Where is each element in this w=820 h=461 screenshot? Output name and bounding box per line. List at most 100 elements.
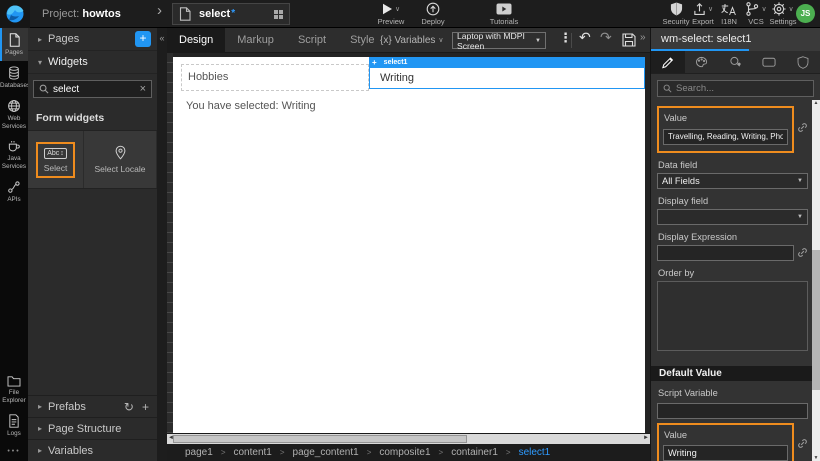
sidebar-item-web-services[interactable]: Web Services [0, 94, 28, 135]
tab-events[interactable] [719, 51, 753, 73]
section-pages[interactable]: ▸ Pages + [28, 28, 157, 51]
wavemaker-logo[interactable] [0, 0, 30, 28]
value-field-input[interactable] [663, 129, 788, 145]
tab-markup[interactable]: Markup [225, 28, 286, 53]
order-by-input[interactable] [657, 281, 808, 351]
widget-selection-header[interactable]: + select1 [369, 57, 645, 68]
open-page-tab[interactable]: select* [172, 3, 290, 25]
sidebar-item-java-services[interactable]: Java Services [0, 134, 28, 175]
section-page-structure[interactable]: ▸ Page Structure [28, 417, 157, 439]
add-prefab-icon[interactable]: + [142, 400, 149, 414]
widget-search-input[interactable] [53, 84, 140, 95]
shield-outline-icon [797, 56, 809, 69]
properties-search[interactable] [657, 80, 814, 97]
tab-script[interactable]: Script [286, 28, 338, 53]
widget-group-label: Form widgets [28, 104, 157, 130]
search-star-icon [729, 56, 742, 69]
display-expression-input[interactable] [657, 245, 794, 261]
sidebar-item-logs[interactable]: Logs [0, 409, 28, 442]
log-file-icon [8, 414, 20, 428]
panel-gutter: « [157, 28, 167, 461]
redo-button[interactable]: ↷ [600, 29, 612, 46]
vertical-scroll-thumb[interactable] [812, 250, 820, 390]
bind-link-icon[interactable] [797, 122, 808, 133]
design-surface-frame: Hobbies + select1 Writing You have selec… [167, 53, 650, 433]
tab-devices[interactable] [752, 51, 786, 73]
artboard[interactable]: Hobbies + select1 Writing You have selec… [173, 57, 645, 433]
dashboard-grid-icon[interactable] [274, 10, 283, 19]
device-selector[interactable]: Laptop with MDPI Screen ▼ [452, 32, 546, 49]
tab-properties[interactable] [651, 51, 685, 73]
sidebar-item-file-explorer[interactable]: File Explorer [0, 370, 28, 409]
widget-search[interactable]: × [33, 80, 152, 98]
more-options-icon[interactable]: ••• [0, 442, 28, 461]
undo-button[interactable]: ↶ [579, 29, 591, 46]
breadcrumb-sep: > [280, 448, 285, 457]
refresh-prefabs-icon[interactable]: ↻ [124, 400, 134, 414]
bind-link-icon[interactable] [797, 438, 808, 449]
dropdown-arrow-icon: ▼ [535, 38, 541, 44]
breadcrumb-page-content1[interactable]: page_content1 [293, 447, 359, 458]
sidebar-item-databases[interactable]: Databases [0, 61, 28, 94]
default-value-input[interactable] [663, 445, 788, 461]
breadcrumb-select1[interactable]: select1 [519, 447, 551, 458]
tab-security[interactable] [786, 51, 820, 73]
dropdown-arrow-icon: ▼ [797, 214, 803, 220]
display-field-select[interactable]: ▼ [657, 209, 808, 225]
save-button[interactable] [622, 33, 636, 47]
tab-design[interactable]: Design [167, 28, 225, 53]
canvas-overflow-menu[interactable]: ⋮ [559, 30, 571, 46]
triangle-right-icon: ▸ [38, 424, 48, 433]
script-variable-input[interactable] [657, 403, 808, 419]
variables-dropdown[interactable]: {x} Variables ∨ [380, 35, 444, 46]
widget-breadcrumb: page1 > content1 > page_content1 > compo… [167, 444, 650, 461]
breadcrumb-sep: > [506, 448, 511, 457]
triangle-right-icon: ▸ [38, 402, 48, 411]
move-handle-icon[interactable]: + [372, 58, 377, 67]
vertical-scrollbar[interactable]: ▲ ▼ [812, 100, 820, 461]
deploy-button[interactable]: Deploy [410, 2, 456, 26]
breadcrumb-composite1[interactable]: composite1 [379, 447, 430, 458]
breadcrumb-sep: > [439, 448, 444, 457]
gear-icon [772, 2, 786, 16]
breadcrumb-page1[interactable]: page1 [185, 447, 213, 458]
preview-button[interactable]: ∨ Preview [368, 2, 414, 26]
coffee-cup-icon [7, 139, 21, 153]
select1-widget[interactable]: + select1 Writing [369, 57, 645, 89]
bind-link-icon[interactable] [797, 247, 808, 258]
section-widgets[interactable]: ▾ Widgets [28, 51, 157, 74]
tutorials-button[interactable]: Tutorials [481, 2, 527, 26]
widget-card-select[interactable]: Abc↕ Select [28, 131, 84, 188]
clear-search-icon[interactable]: × [140, 83, 146, 95]
scroll-down-icon[interactable]: ▼ [812, 455, 820, 461]
video-icon [496, 3, 512, 15]
selected-caption-label: You have selected: Writing [186, 100, 316, 112]
collapse-left-panel-button[interactable]: « [157, 33, 167, 43]
select-widget-value[interactable]: Writing [369, 68, 645, 89]
properties-search-input[interactable] [676, 83, 808, 94]
horizontal-scroll-thumb[interactable] [173, 435, 467, 443]
widget-card-select-locale[interactable]: Select Locale [84, 131, 156, 188]
hobbies-label-widget[interactable]: Hobbies [181, 64, 369, 91]
breadcrumb-chevron-icon: › [157, 2, 162, 19]
section-default-value[interactable]: Default Value [651, 366, 812, 381]
add-page-button[interactable]: + [135, 31, 151, 47]
triangle-right-icon: ▸ [38, 35, 48, 44]
expand-right-panel-button[interactable]: » [640, 32, 646, 43]
breadcrumb-content1[interactable]: content1 [233, 447, 271, 458]
select-widget-icon: Abc↕ [44, 148, 67, 159]
section-variables[interactable]: ▸ Variables [28, 439, 157, 461]
tab-styles[interactable] [685, 51, 719, 73]
breadcrumb-container1[interactable]: container1 [451, 447, 498, 458]
sidebar-item-apis[interactable]: APIs [0, 175, 28, 208]
scroll-up-icon[interactable]: ▲ [812, 100, 820, 106]
horizontal-scrollbar[interactable]: ◄ ► [167, 433, 650, 444]
data-field-select[interactable]: All Fields ▼ [657, 173, 808, 189]
tab-title: select* [199, 8, 235, 20]
section-prefabs[interactable]: ▸ Prefabs ↻ + [28, 395, 157, 417]
project-name: Project: howtos [42, 0, 121, 28]
sidebar-item-pages[interactable]: Pages [0, 28, 28, 61]
user-avatar[interactable]: JS [796, 4, 815, 23]
search-icon [663, 84, 672, 93]
scroll-right-icon[interactable]: ► [643, 435, 649, 441]
